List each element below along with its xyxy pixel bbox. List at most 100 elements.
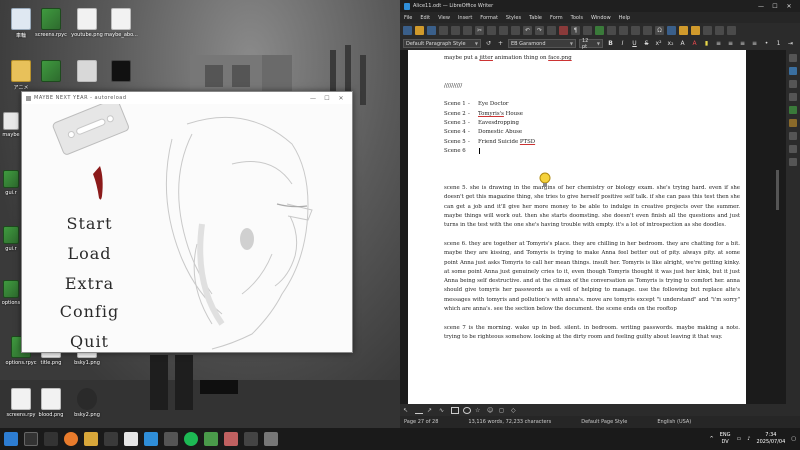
app-icon[interactable] (164, 432, 178, 446)
desktop-icon-bsky2[interactable]: bsky2.png (69, 388, 105, 418)
menu-window[interactable]: Window (591, 15, 611, 21)
design-icon[interactable] (789, 145, 797, 153)
document-area[interactable]: maybe put a jitter animation thing on fa… (400, 50, 786, 404)
menu-form[interactable]: Form (550, 15, 563, 21)
desktop-icon-gui-1[interactable]: gui.r (0, 170, 22, 196)
file-explorer-icon[interactable] (84, 432, 98, 446)
volume-icon[interactable]: ♪ (747, 436, 750, 442)
menu-start-button[interactable]: Start (22, 214, 157, 233)
arrow-line-icon[interactable]: ↗ (427, 407, 435, 414)
desktop-icon-screens-rpyc[interactable]: screens.rpyc (33, 8, 69, 38)
insert-image-icon[interactable] (595, 25, 604, 35)
notification-icon[interactable]: ▢ (791, 436, 796, 442)
numbered-list-icon[interactable]: 1 (774, 39, 783, 48)
undo-icon[interactable]: ↶ (523, 25, 532, 35)
ellipse-icon[interactable] (463, 406, 471, 414)
star-icon[interactable]: ☆ (475, 407, 483, 414)
chevron-up-icon[interactable]: ^ (710, 436, 714, 442)
rectangle-icon[interactable] (451, 406, 459, 414)
properties-icon[interactable] (789, 67, 797, 75)
desktop-icon-dark-image[interactable] (103, 60, 139, 84)
copy-icon[interactable] (487, 25, 496, 35)
terminal-icon[interactable] (104, 432, 118, 446)
hamburger-menu-icon[interactable] (789, 54, 797, 62)
search-icon[interactable] (24, 432, 38, 446)
menu-view[interactable]: View (438, 15, 450, 21)
track-changes-icon[interactable] (703, 25, 712, 35)
underline-icon[interactable]: U (630, 39, 639, 48)
writer-window[interactable]: Alice11.odt — LibreOffice Writer — ☐ ✕ F… (400, 0, 800, 428)
redo-icon[interactable]: ↷ (535, 25, 544, 35)
minimize-button[interactable]: — (306, 95, 320, 102)
align-right-icon[interactable]: ≡ (738, 39, 747, 48)
insert-page-break-icon[interactable] (631, 25, 640, 35)
menu-quit-button[interactable]: Quit (22, 332, 157, 351)
bullet-list-icon[interactable]: • (762, 39, 771, 48)
font-name-select[interactable]: EB Garamond ▼ (508, 39, 576, 48)
clock[interactable]: 7:34 2025/07/04 (756, 432, 785, 446)
highlight-icon[interactable]: ▮ (702, 39, 711, 48)
special-character-icon[interactable]: Ω (655, 25, 664, 35)
basic-shapes-icon[interactable] (727, 25, 736, 35)
page-count[interactable]: Page 27 of 28 (404, 419, 438, 425)
scrollbar-thumb[interactable] (776, 170, 779, 210)
spelling-icon[interactable] (559, 25, 568, 35)
network-icon[interactable]: ▭ (737, 436, 742, 442)
find-replace-icon[interactable] (547, 25, 556, 35)
manage-changes-icon[interactable] (789, 132, 797, 140)
desktop-icon-maybe[interactable]: maybe (0, 112, 22, 138)
document-content[interactable]: maybe put a jitter animation thing on fa… (444, 54, 740, 342)
print-preview-icon[interactable] (463, 25, 472, 35)
strikethrough-icon[interactable]: S (642, 39, 651, 48)
desktop-icon-options[interactable]: options (0, 280, 22, 306)
close-button[interactable]: ✕ (782, 3, 796, 10)
game-window[interactable]: MAYBE NEXT YEAR - autoreload — ☐ ✕ Start… (21, 91, 353, 353)
hyperlink-icon[interactable] (667, 25, 676, 35)
renpy-icon[interactable] (204, 432, 218, 446)
word-count[interactable]: 13,116 words, 72,233 characters (468, 419, 551, 425)
spotify-icon[interactable] (184, 432, 198, 446)
cut-icon[interactable]: ✂ (475, 25, 484, 35)
justify-icon[interactable]: ≡ (750, 39, 759, 48)
bold-icon[interactable]: B (606, 39, 615, 48)
gallery-icon[interactable] (789, 106, 797, 114)
app-icon[interactable] (124, 432, 138, 446)
menu-format[interactable]: Format (480, 15, 498, 21)
insert-field-icon[interactable] (643, 25, 652, 35)
font-color-icon[interactable]: A (690, 39, 699, 48)
navigator-icon[interactable] (789, 119, 797, 127)
subscript-icon[interactable]: x₂ (666, 39, 675, 48)
desktop-icon-maybe-abo[interactable]: maybe_abo... (103, 8, 139, 38)
new-style-icon[interactable]: + (496, 39, 505, 48)
formatting-marks-icon[interactable]: ¶ (571, 25, 580, 35)
menu-load-button[interactable]: Load (22, 244, 157, 263)
desktop-icon-file[interactable] (69, 60, 105, 84)
close-button[interactable]: ✕ (334, 95, 348, 102)
paste-icon[interactable] (499, 25, 508, 35)
windows-start-icon[interactable] (4, 432, 18, 446)
menu-file[interactable]: File (404, 15, 412, 21)
menu-extra-button[interactable]: Extra (22, 274, 157, 293)
page-style[interactable]: Default Page Style (581, 419, 627, 425)
font-size-select[interactable]: 12 pt ▼ (579, 38, 603, 50)
desktop-icon-gui-2[interactable]: gui.r (0, 226, 22, 252)
superscript-icon[interactable]: x² (654, 39, 663, 48)
app-icon[interactable] (264, 432, 278, 446)
increase-indent-icon[interactable]: ⇥ (786, 39, 795, 48)
menu-help[interactable]: Help (619, 15, 630, 21)
menu-table[interactable]: Table (529, 15, 542, 21)
app-icon[interactable] (244, 432, 258, 446)
game-titlebar[interactable]: MAYBE NEXT YEAR - autoreload — ☐ ✕ (22, 92, 352, 104)
line-icon[interactable] (415, 407, 423, 414)
insert-line-icon[interactable] (715, 25, 724, 35)
clone-formatting-icon[interactable] (511, 25, 520, 35)
menu-insert[interactable]: Insert (458, 15, 472, 21)
insert-chart-icon[interactable] (607, 25, 616, 35)
update-style-icon[interactable]: ↺ (484, 39, 493, 48)
page-icon[interactable] (789, 80, 797, 88)
menu-styles[interactable]: Styles (506, 15, 521, 21)
select-arrow-icon[interactable]: ↖ (403, 407, 411, 414)
footnote-icon[interactable] (679, 25, 688, 35)
desktop-icon-youtube[interactable]: youtube.png (69, 8, 105, 38)
menu-edit[interactable]: Edit (420, 15, 430, 21)
